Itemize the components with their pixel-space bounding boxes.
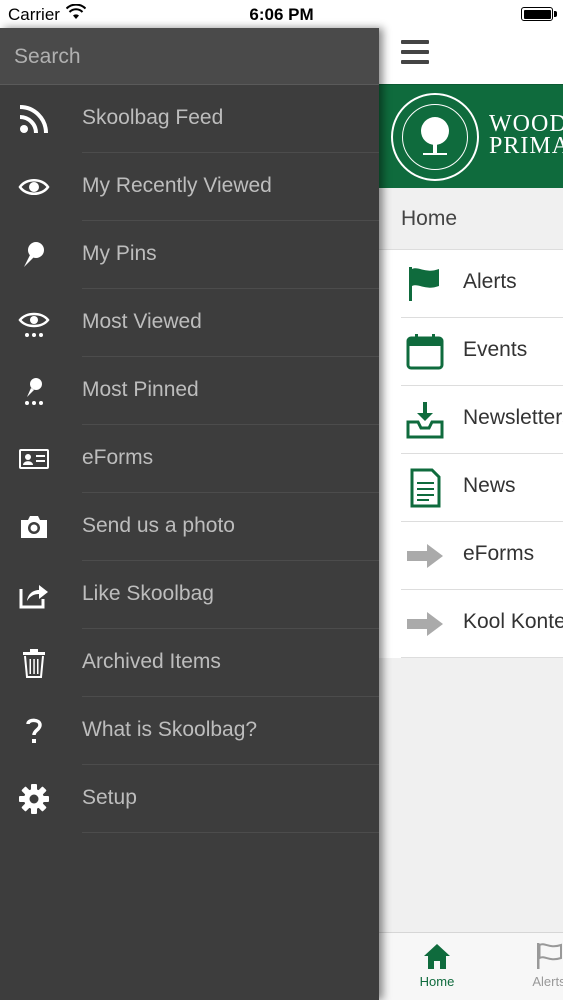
search-bar [0, 28, 379, 85]
drawer-item-label: Most Viewed [82, 310, 202, 333]
search-input[interactable] [14, 28, 354, 85]
home-menu-list: Alerts Events Newsletters News eForms Ko… [379, 250, 563, 658]
drawer-item-label: My Recently Viewed [82, 174, 272, 197]
status-bar: Carrier 6:06 PM [0, 0, 563, 28]
top-bar [379, 28, 563, 84]
drawer-item-label: Most Pinned [82, 378, 199, 401]
menu-item-alerts[interactable]: Alerts [379, 250, 563, 318]
menu-item-label: eForms [463, 542, 535, 565]
eye-dots-icon [18, 312, 50, 337]
menu-item-label: Events [463, 338, 528, 361]
trash-icon [23, 649, 45, 678]
share-icon [19, 585, 48, 609]
school-seal-logo [391, 93, 479, 181]
arrow-right-icon [407, 612, 443, 636]
drawer-item-skoolbag-feed[interactable]: Skoolbag Feed [0, 85, 379, 153]
school-name: WOODVILLE PRIMARY SCHOOL [489, 111, 563, 159]
drawer-item-label: Send us a photo [82, 514, 235, 537]
tab-label: Alerts [532, 974, 563, 989]
menu-item-news[interactable]: News [379, 454, 563, 522]
eye-icon [18, 179, 50, 195]
school-name-line2: PRIMARY SCHOOL [489, 133, 563, 159]
drawer-item-label: Setup [82, 786, 137, 809]
menu-item-label: News [463, 474, 516, 497]
menu-item-newsletters[interactable]: Newsletters [379, 386, 563, 454]
menu-item-label: Alerts [463, 270, 517, 293]
side-drawer: Skoolbag Feed My Recently Viewed My Pins… [0, 28, 379, 1000]
battery-icon [521, 7, 557, 21]
arrow-right-icon [407, 544, 443, 568]
tab-label: Home [419, 974, 455, 989]
main-panel: WOODVILLE PRIMARY SCHOOL Home Alerts Eve… [379, 28, 563, 1000]
menu-item-events[interactable]: Events [379, 318, 563, 386]
breadcrumb: Home [379, 188, 563, 250]
menu-item-eforms[interactable]: eForms [379, 522, 563, 590]
menu-item-kool-kontent[interactable]: Kool Kontent [379, 590, 563, 658]
flag-icon [409, 267, 439, 301]
document-icon [410, 468, 441, 508]
gear-icon [19, 784, 49, 814]
menu-item-label: Kool Kontent [463, 610, 563, 633]
pin-icon [24, 242, 44, 267]
question-icon [26, 718, 42, 743]
tab-bar: Home Alerts [379, 932, 563, 1000]
rss-icon [19, 105, 48, 134]
drawer-item-most-viewed[interactable]: Most Viewed [0, 289, 379, 357]
drawer-item-label: What is Skoolbag? [82, 718, 258, 741]
drawer-item-archived-items[interactable]: Archived Items [0, 629, 379, 697]
drawer-item-label: My Pins [82, 242, 157, 265]
calendar-icon [406, 334, 444, 370]
home-icon [424, 944, 450, 969]
drawer-item-like-skoolbag[interactable]: Like Skoolbag [0, 561, 379, 629]
drawer-item-send-photo[interactable]: Send us a photo [0, 493, 379, 561]
drawer-item-most-pinned[interactable]: Most Pinned [0, 357, 379, 425]
drawer-item-eforms[interactable]: eForms [0, 425, 379, 493]
drawer-item-my-pins[interactable]: My Pins [0, 221, 379, 289]
drawer-item-label: eForms [82, 446, 154, 469]
tab-alerts[interactable]: Alerts [519, 941, 563, 989]
drawer-item-label: Archived Items [82, 650, 221, 673]
drawer-item-label: Skoolbag Feed [82, 106, 224, 129]
inbox-download-icon [406, 402, 444, 439]
drawer-item-setup[interactable]: Setup [0, 765, 379, 833]
drawer-item-my-recently-viewed[interactable]: My Recently Viewed [0, 153, 379, 221]
drawer-item-label: Like Skoolbag [82, 582, 214, 605]
id-card-icon [19, 449, 49, 469]
school-name-line1: WOODVILLE [489, 111, 563, 137]
hamburger-menu-icon[interactable] [401, 40, 429, 64]
camera-icon [21, 516, 47, 538]
drawer-item-what-is-skoolbag[interactable]: What is Skoolbag? [0, 697, 379, 765]
pin-dots-icon [25, 378, 43, 405]
school-banner: WOODVILLE PRIMARY SCHOOL [379, 84, 563, 188]
clock: 6:06 PM [249, 5, 314, 24]
flag-icon [537, 943, 562, 969]
tab-home[interactable]: Home [407, 941, 467, 989]
menu-item-label: Newsletters [463, 406, 563, 429]
